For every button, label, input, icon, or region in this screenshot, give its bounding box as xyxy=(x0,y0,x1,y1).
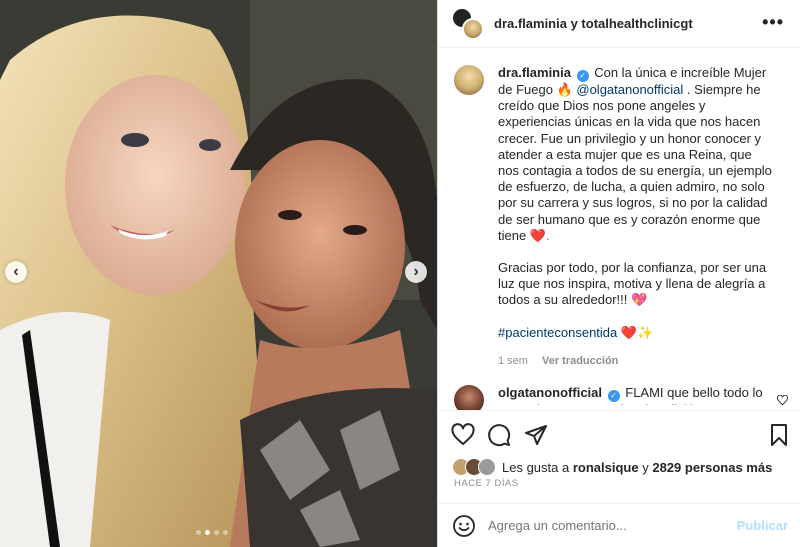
avatar[interactable] xyxy=(454,385,484,410)
publish-button[interactable]: Publicar xyxy=(737,518,788,533)
sparkle-heart-emoji-icon: 💖 xyxy=(630,292,648,308)
likes-prefix: Les gusta a xyxy=(502,459,570,475)
next-photo-button[interactable]: › xyxy=(405,261,427,283)
comment-bubble-icon[interactable] xyxy=(487,423,511,447)
hashtag-link[interactable]: #pacienteconsentida xyxy=(498,325,617,340)
comment: olgatanonofficial ✓ FLAMI que bello todo… xyxy=(438,369,800,410)
heart-emoji-icon: ❤️. xyxy=(529,227,550,243)
carousel-dot xyxy=(196,530,201,535)
post-photo[interactable]: ‹ › xyxy=(0,0,437,547)
liker-username[interactable]: ronalsique xyxy=(573,460,639,475)
chevron-left-icon: ‹ xyxy=(13,263,19,280)
carousel-dot xyxy=(223,530,228,535)
fire-emoji-icon: 🔥 xyxy=(556,82,573,97)
likes-summary: Les gusta a ronalsique y 2829 personas m… xyxy=(452,458,772,476)
comment-input[interactable] xyxy=(488,518,737,533)
caption-hashtags: #pacienteconsentida ❤️✨ xyxy=(498,325,773,341)
post-time[interactable]: 1 sem xyxy=(498,353,528,369)
verified-badge-icon: ✓ xyxy=(576,70,589,82)
post-header: dra.flaminia y totalhealthclinicgt ••• xyxy=(438,0,800,48)
post-side-panel: dra.flaminia y totalhealthclinicgt ••• d… xyxy=(437,0,800,547)
photo-illustration xyxy=(0,0,437,547)
mention-link[interactable]: @olgatanonofficial xyxy=(576,82,683,97)
likes-count[interactable]: 2829 personas más xyxy=(652,460,772,475)
hashtag-emojis-icon: ❤️✨ xyxy=(620,324,654,340)
post-authors[interactable]: dra.flaminia y totalhealthclinicgt xyxy=(494,16,693,31)
caption-username[interactable]: dra.flaminia xyxy=(498,65,571,80)
liker-avatars[interactable] xyxy=(452,458,498,476)
comment-username[interactable]: olgatanonofficial xyxy=(498,385,602,400)
verified-badge-icon: ✓ xyxy=(607,390,620,403)
carousel-dot xyxy=(214,530,219,535)
avatar[interactable] xyxy=(454,65,484,95)
previous-photo-button[interactable]: ‹ xyxy=(5,261,27,283)
comment-composer: Publicar xyxy=(438,503,800,547)
avatar xyxy=(478,458,496,476)
likes-connector: y xyxy=(642,459,649,475)
avatar[interactable] xyxy=(462,17,484,40)
share-paper-plane-icon[interactable] xyxy=(524,423,548,447)
carousel-indicator xyxy=(196,530,228,535)
caption-paragraph: Gracias por todo, por la confianza, por … xyxy=(498,260,773,309)
see-translation-button[interactable]: Ver traducción xyxy=(542,353,618,369)
save-bookmark-icon[interactable] xyxy=(767,423,791,447)
like-heart-icon[interactable] xyxy=(451,423,475,447)
caption-text: dra.flaminia ✓ Con la única e increíble … xyxy=(498,65,773,369)
more-options-icon[interactable]: ••• xyxy=(762,12,784,33)
post-date[interactable]: HACE 7 DÍAS xyxy=(454,478,519,489)
caption-text-2: . Siempre he creído que Dios nos pone an… xyxy=(498,82,772,243)
post-actions xyxy=(438,410,800,458)
caption-meta: 1 sem Ver traducción xyxy=(498,353,773,369)
carousel-dot-active xyxy=(205,530,210,535)
comment-text: olgatanonofficial ✓ FLAMI que bello todo… xyxy=(498,385,773,405)
caption: dra.flaminia ✓ Con la única e increíble … xyxy=(438,48,800,369)
collab-avatars[interactable] xyxy=(452,7,484,40)
like-comment-icon[interactable] xyxy=(776,394,789,409)
emoji-icon[interactable] xyxy=(452,514,476,538)
comments-list[interactable]: dra.flaminia ✓ Con la única e increíble … xyxy=(438,48,800,410)
chevron-right-icon: › xyxy=(413,263,419,280)
